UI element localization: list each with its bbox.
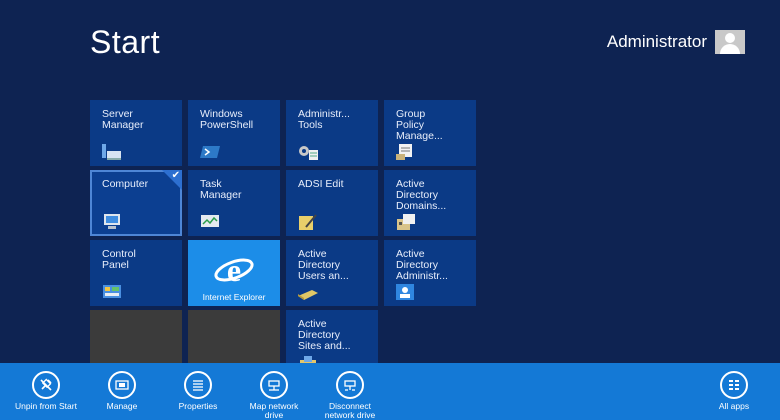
tile-label: ADSI Edit [298, 178, 344, 190]
unpin-label: Unpin from Start [15, 401, 77, 411]
tile-label: Internet Explorer [202, 292, 266, 302]
disconnect-drive-icon [336, 371, 364, 399]
tile-label: Active Directory Users an... [298, 248, 349, 282]
manage-label: Manage [106, 401, 138, 411]
control-panel-icon [103, 285, 121, 298]
tile-label: Control Panel [102, 248, 136, 271]
tile-label: Administr... Tools [298, 108, 350, 131]
tile-administrative-tools[interactable]: Administr... Tools [286, 100, 378, 166]
ad-domains-icon [397, 214, 415, 230]
tile-internet-explorer[interactable]: e Internet Explorer [188, 240, 280, 306]
ad-users-icon [298, 290, 318, 300]
powershell-icon [200, 146, 220, 158]
manage-icon [108, 371, 136, 399]
tile-group-policy-management[interactable]: Group Policy Manage... [384, 100, 476, 166]
all-apps-label: All apps [718, 401, 750, 411]
app-bar: Unpin from Start Manage Properties Map n… [0, 363, 780, 420]
tile-ad-administrative-center[interactable]: Active Directory Administr... [384, 240, 476, 306]
map-drive-icon [260, 371, 288, 399]
tile-grid: Server Manager Windows PowerShell Admini… [90, 100, 476, 376]
unpin-icon [32, 371, 60, 399]
tile-windows-powershell[interactable]: Windows PowerShell [188, 100, 280, 166]
server-manager-icon [102, 144, 121, 160]
svg-text:e: e [227, 252, 241, 288]
tile-label: Active Directory Domains... [396, 178, 447, 212]
tile-ad-domains-and-trusts[interactable]: Active Directory Domains... [384, 170, 476, 236]
tile-label: Active Directory Administr... [396, 248, 448, 282]
properties-label: Properties [178, 401, 218, 411]
check-icon: ✔ [171, 170, 180, 181]
tile-adsi-edit[interactable]: ADSI Edit [286, 170, 378, 236]
internet-explorer-icon: e [214, 252, 254, 288]
admin-tools-icon [299, 146, 318, 160]
map-drive-label: Map network drive [249, 401, 299, 420]
tile-label: Group Policy Manage... [396, 108, 443, 142]
disconnect-network-drive-button[interactable]: Disconnect network drive [316, 371, 384, 420]
tile-computer[interactable]: Computer ✔ [90, 170, 182, 236]
all-apps-button[interactable]: All apps [708, 371, 760, 411]
adsi-edit-icon [299, 214, 317, 230]
page-title: Start [90, 24, 161, 60]
tile-label: Active Directory Sites and... [298, 318, 351, 352]
tile-control-panel[interactable]: Control Panel [90, 240, 182, 306]
properties-icon [184, 371, 212, 399]
tile-label: Task Manager [200, 178, 242, 201]
map-network-drive-button[interactable]: Map network drive [240, 371, 308, 420]
tile-label: Server Manager [102, 108, 144, 131]
user-name: Administrator [606, 32, 707, 51]
group-policy-icon [396, 144, 412, 160]
tile-ad-users-and-computers[interactable]: Active Directory Users an... [286, 240, 378, 306]
tile-label: Windows PowerShell [200, 108, 254, 131]
task-manager-icon [201, 215, 219, 227]
avatar[interactable] [715, 30, 745, 54]
all-apps-icon [720, 371, 748, 399]
user-account[interactable]: Administrator [607, 30, 745, 54]
properties-button[interactable]: Properties [172, 371, 224, 411]
unpin-from-start-button[interactable]: Unpin from Start [8, 371, 84, 411]
manage-button[interactable]: Manage [96, 371, 148, 411]
disconnect-drive-label: Disconnect network drive [324, 401, 376, 420]
tile-server-manager[interactable]: Server Manager [90, 100, 182, 166]
ad-admin-center-icon [396, 284, 414, 300]
computer-icon [104, 214, 120, 229]
tile-task-manager[interactable]: Task Manager [188, 170, 280, 236]
